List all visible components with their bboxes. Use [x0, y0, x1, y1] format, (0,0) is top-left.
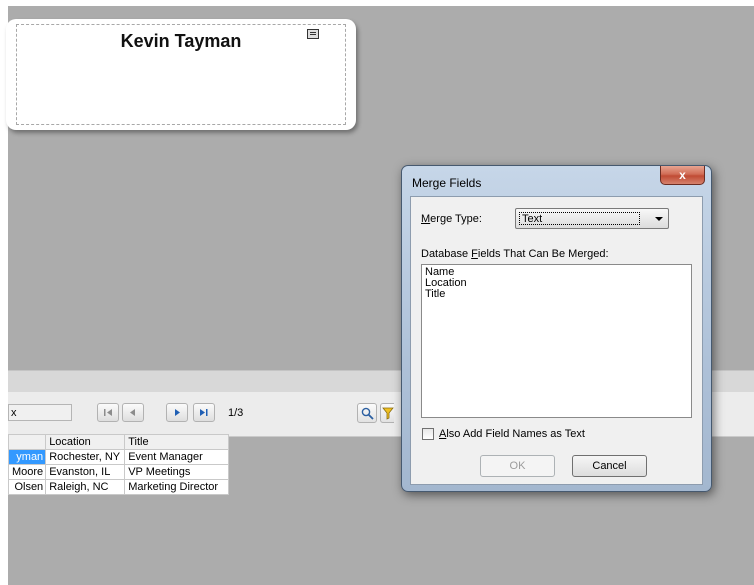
table-row[interactable]: Moore Evanston, IL VP Meetings [7, 464, 230, 480]
merge-type-label: Merge Type: [421, 213, 482, 225]
data-grid[interactable]: Location Title yman Rochester, NY Event … [7, 434, 230, 495]
table-cell[interactable]: Rochester, NY [45, 449, 126, 465]
table-row[interactable]: Olsen Raleigh, NC Marketing Director [7, 479, 230, 495]
merge-fields-dialog: Merge Fields x Merge Type: Text Database… [401, 165, 712, 492]
search-input[interactable]: x [8, 404, 72, 421]
list-item[interactable]: Location [425, 278, 688, 289]
magnifier-icon [361, 407, 374, 420]
next-record-button[interactable] [166, 403, 188, 422]
table-cell[interactable]: Evanston, IL [45, 464, 126, 480]
table-row[interactable]: yman Rochester, NY Event Manager [7, 449, 230, 465]
grid-header-row: Location Title [7, 434, 230, 450]
column-header-name[interactable] [7, 434, 47, 450]
merge-type-value: Text [519, 212, 640, 225]
dialog-body: Merge Type: Text Database Fields That Ca… [410, 196, 703, 485]
merge-type-accesskey: M [421, 213, 431, 225]
merge-field-icon[interactable] [307, 29, 319, 39]
previous-record-button[interactable] [122, 403, 144, 422]
table-cell[interactable]: yman [7, 449, 47, 465]
table-cell[interactable]: VP Meetings [124, 464, 230, 480]
next-record-icon [175, 409, 180, 416]
table-cell[interactable]: Event Manager [124, 449, 230, 465]
last-record-button[interactable] [193, 403, 215, 422]
table-cell[interactable]: Marketing Director [124, 479, 230, 495]
merge-type-select[interactable]: Text [515, 208, 669, 229]
chevron-down-icon [655, 217, 663, 221]
previous-record-icon [130, 409, 135, 416]
add-field-names-label[interactable]: Also Add Field Names as Text [439, 428, 585, 440]
column-header-title[interactable]: Title [124, 434, 230, 450]
filter-icon [381, 407, 394, 420]
fields-label-text-pre: Database [421, 248, 472, 260]
label-card[interactable]: Kevin Tayman [6, 19, 356, 130]
page-indicator: 1/3 [228, 407, 244, 419]
table-cell[interactable]: Moore [7, 464, 47, 480]
close-button[interactable]: x [660, 166, 705, 185]
database-fields-list[interactable]: Name Location Title [421, 264, 692, 418]
dialog-title: Merge Fields [412, 176, 482, 190]
list-item[interactable]: Title [425, 289, 688, 300]
filter-button[interactable] [380, 403, 394, 423]
close-icon: x [679, 168, 686, 182]
fields-label-text-post: ields That Can Be Merged: [477, 248, 609, 260]
add-field-names-checkbox[interactable] [422, 428, 434, 440]
ok-button[interactable]: OK [480, 455, 555, 477]
column-header-location[interactable]: Location [45, 434, 126, 450]
checkbox-label-text: lso Add Field Names as Text [446, 428, 585, 440]
fields-label-accesskey: F [471, 248, 478, 260]
database-fields-label: Database Fields That Can Be Merged: [421, 248, 609, 260]
first-record-icon [104, 409, 112, 416]
last-record-icon [200, 409, 208, 416]
first-record-button[interactable] [97, 403, 119, 422]
merge-type-label-text: erge Type: [430, 213, 482, 225]
table-cell[interactable]: Olsen [7, 479, 47, 495]
find-button[interactable] [357, 403, 377, 423]
label-card-name[interactable]: Kevin Tayman [6, 31, 356, 52]
table-cell[interactable]: Raleigh, NC [45, 479, 126, 495]
cancel-button[interactable]: Cancel [572, 455, 647, 477]
